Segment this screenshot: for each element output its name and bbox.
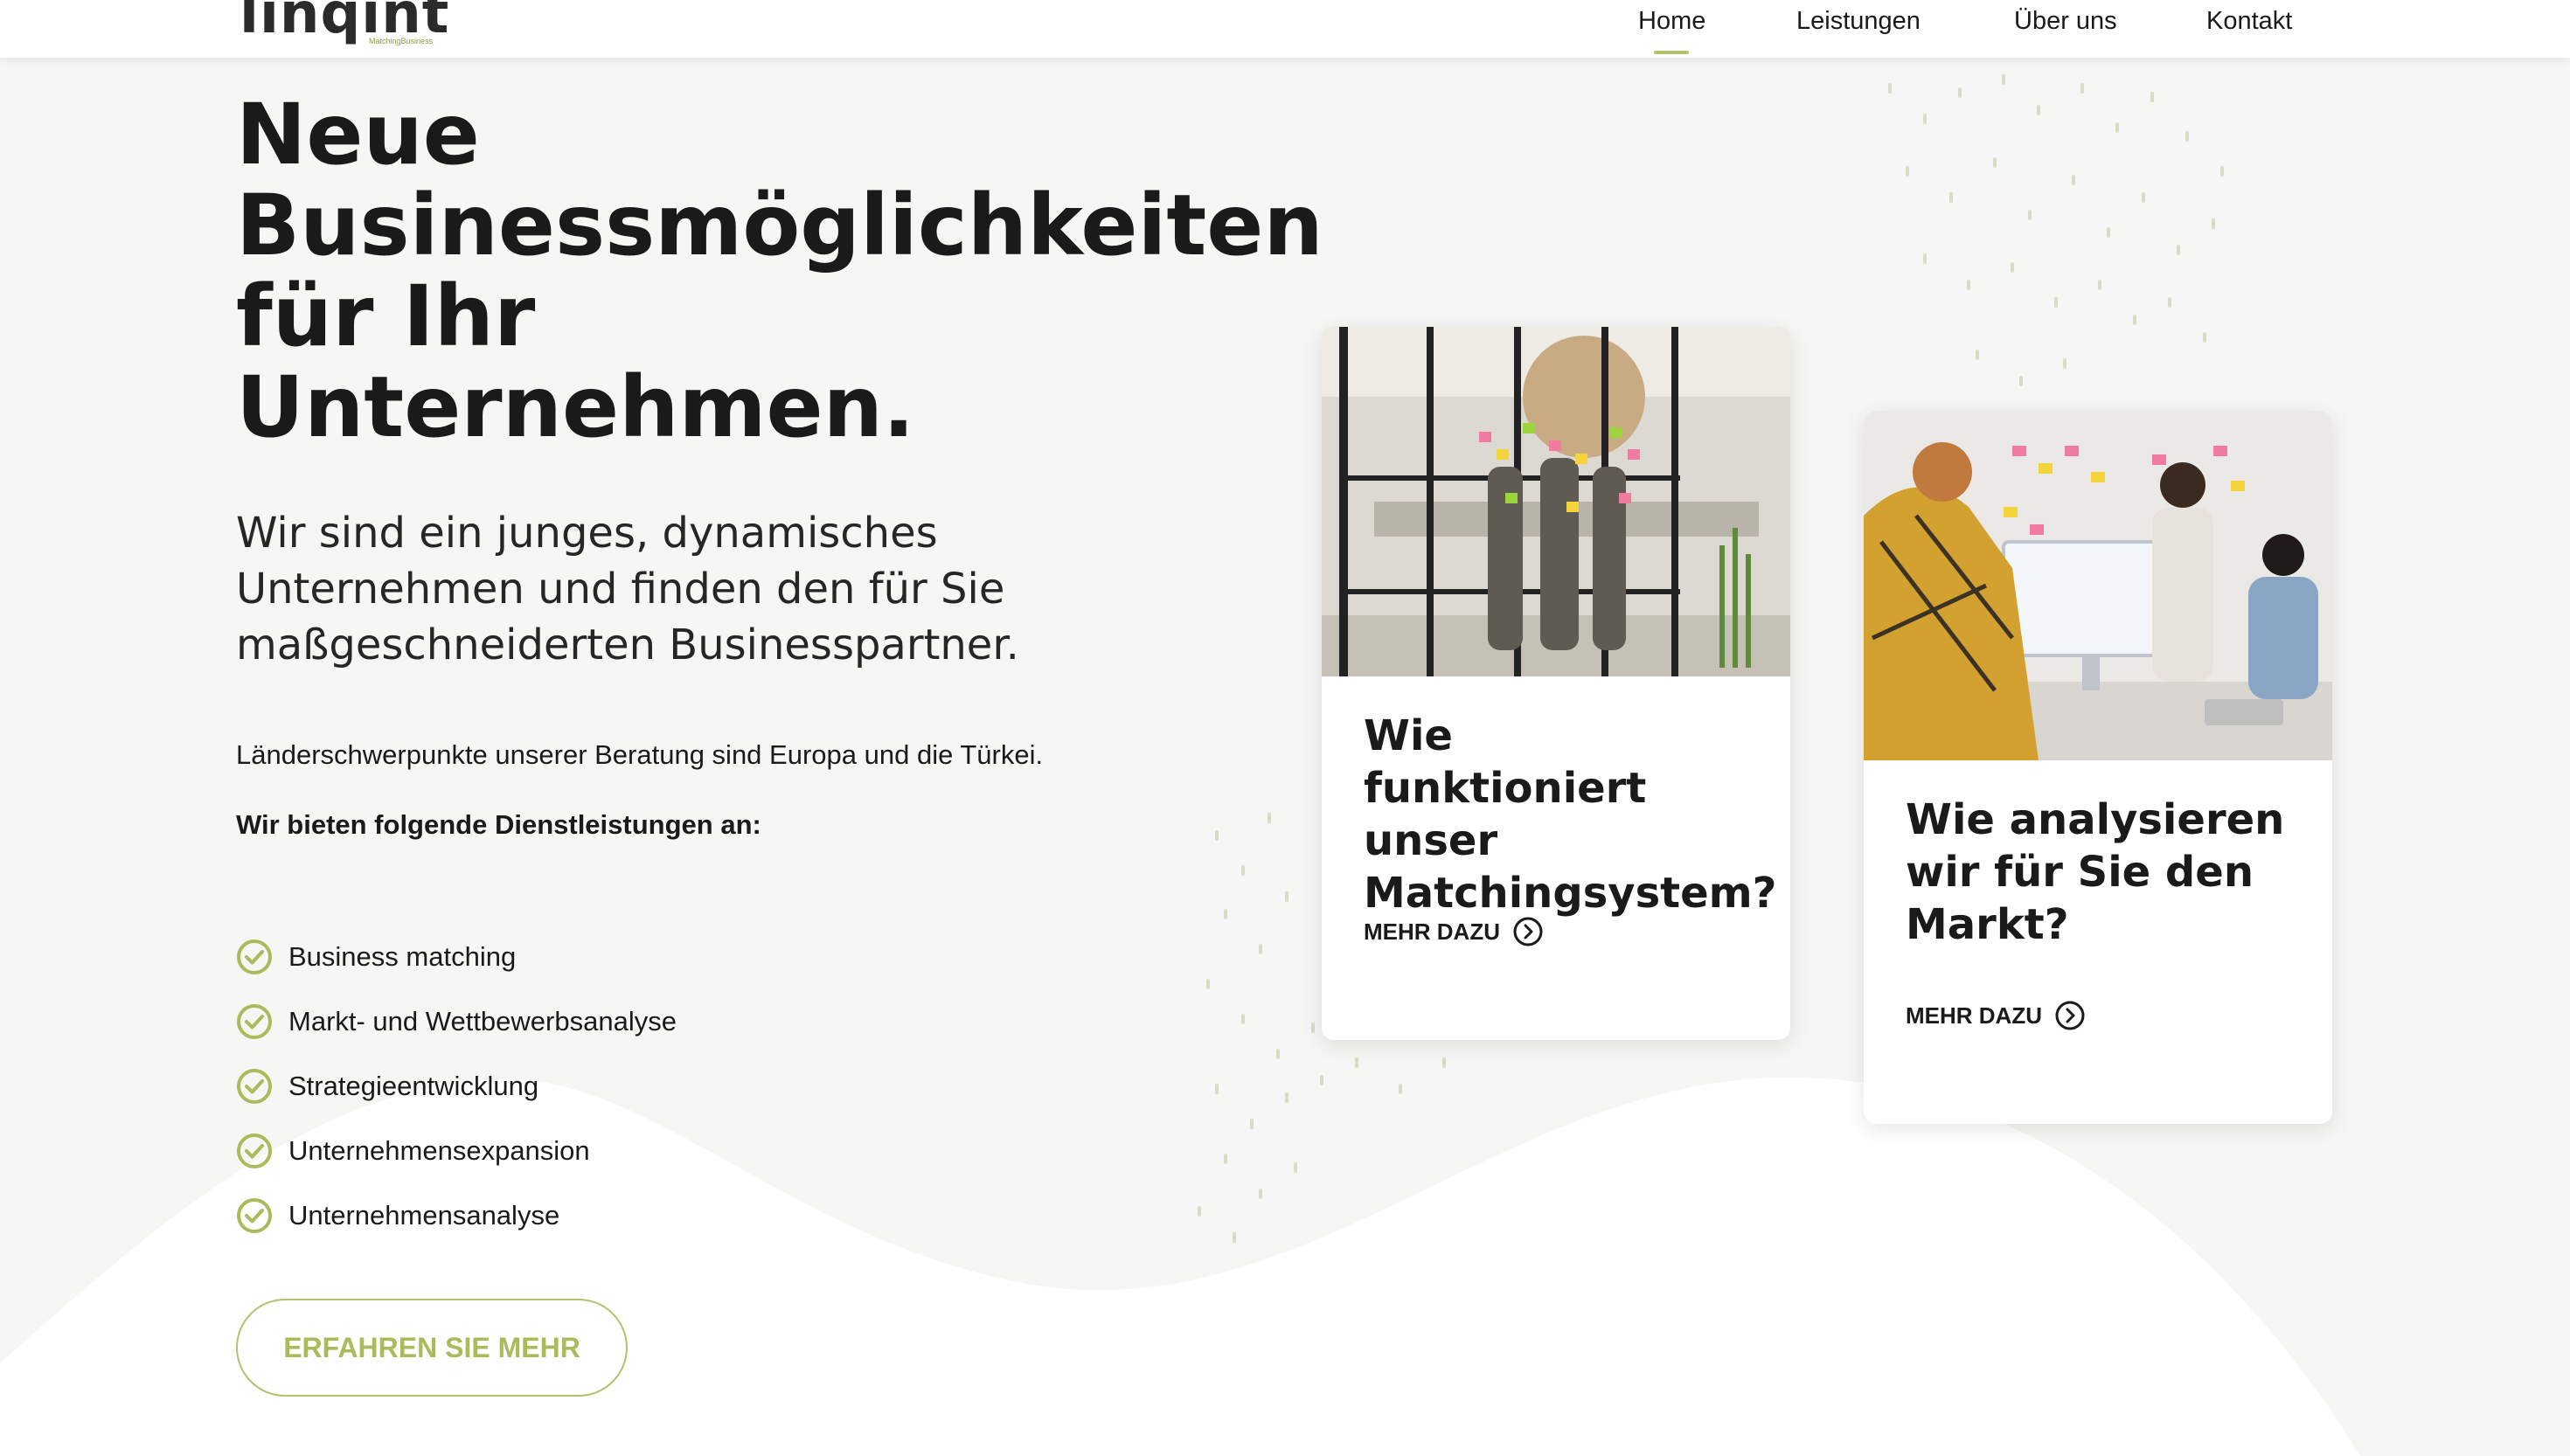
nav-leistungen[interactable]: Leistungen — [1796, 7, 1921, 36]
service-label: Unternehmensanalyse — [288, 1200, 560, 1231]
hero-title-line: für Ihr — [236, 267, 536, 365]
service-label: Strategieentwicklung — [288, 1071, 539, 1101]
service-item: Unternehmensanalyse — [236, 1183, 677, 1248]
nav-home[interactable]: Home — [1638, 7, 1705, 36]
info-card-market-analysis: Wie analysieren wir für Sie den Markt? M… — [1864, 411, 2332, 1124]
card-title-line: wir für Sie den — [1906, 848, 2254, 897]
focus-countries-text: Länderschwerpunkte unserer Beratung sind… — [236, 739, 1044, 770]
service-label: Markt- und Wettbewerbsanalyse — [288, 1006, 677, 1037]
card-more-link[interactable]: MEHR DAZU — [1906, 1000, 2086, 1031]
card-title: Wie funktioniert unser Matchingsystem? — [1364, 710, 1777, 919]
check-circle-icon — [237, 939, 272, 974]
nav-active-indicator — [1654, 51, 1689, 54]
hero-title-line: Neue — [236, 86, 480, 184]
nav-ueber-uns[interactable]: Über uns — [2014, 7, 2117, 36]
office-team-photo — [1322, 327, 1790, 676]
hero-subtitle-line: Wir sind ein junges, dynamisches — [236, 509, 938, 558]
site-header: linqint MatchingBusiness Home Leistungen… — [0, 0, 2570, 58]
services-heading: Wir bieten folgende Dienstleistungen an: — [236, 809, 761, 840]
card-title-line: Matchingsystem? — [1364, 869, 1777, 918]
card-more-label: MEHR DAZU — [1364, 918, 1500, 945]
card-title-line: unser — [1364, 816, 1498, 865]
service-item: Markt- und Wettbewerbsanalyse — [236, 989, 677, 1054]
card-title-line: Markt? — [1906, 900, 2069, 949]
check-circle-icon — [237, 1004, 272, 1039]
nav-kontakt[interactable]: Kontakt — [2206, 7, 2292, 36]
check-circle-icon — [237, 1134, 272, 1168]
service-item: Business matching — [236, 925, 677, 989]
services-list: Business matching Markt- und Wettbewerbs… — [236, 925, 677, 1248]
hero-title: Neue Businessmöglichkeiten für Ihr Unter… — [236, 86, 1323, 456]
hero-subtitle: Wir sind ein junges, dynamisches Unterne… — [236, 505, 1110, 673]
arrow-right-circle-icon — [2055, 1001, 2085, 1030]
card-title-line: Wie funktioniert — [1364, 711, 1647, 813]
logo[interactable]: linqint MatchingBusiness — [240, 0, 449, 58]
card-title-line: Wie analysieren — [1906, 795, 2285, 844]
team-meeting-photo — [1864, 411, 2332, 760]
service-item: Strategieentwicklung — [236, 1054, 677, 1119]
card-title: Wie analysieren wir für Sie den Markt? — [1906, 794, 2290, 951]
hero-title-line: Businessmöglichkeiten — [236, 177, 1323, 274]
hero-title-line: Unternehmen. — [236, 358, 915, 456]
logo-tagline: MatchingBusiness — [369, 37, 434, 45]
service-label: Business matching — [288, 941, 517, 972]
hero-subtitle-line: Unternehmen und finden den für Sie — [236, 565, 1005, 614]
service-label: Unternehmensexpansion — [288, 1135, 590, 1166]
dot-pattern-top — [1888, 74, 2224, 386]
arrow-right-circle-icon — [1513, 917, 1543, 946]
learn-more-button[interactable]: ERFAHREN SIE MEHR — [236, 1299, 628, 1397]
check-circle-icon — [237, 1198, 272, 1233]
check-circle-icon — [237, 1069, 272, 1104]
hero-subtitle-line: maßgeschneiderten Businesspartner. — [236, 621, 1019, 669]
card-more-link[interactable]: MEHR DAZU — [1364, 916, 1544, 947]
service-item: Unternehmensexpansion — [236, 1119, 677, 1183]
card-more-label: MEHR DAZU — [1906, 1002, 2042, 1029]
info-card-matching: Wie funktioniert unser Matchingsystem? M… — [1322, 327, 1790, 1040]
